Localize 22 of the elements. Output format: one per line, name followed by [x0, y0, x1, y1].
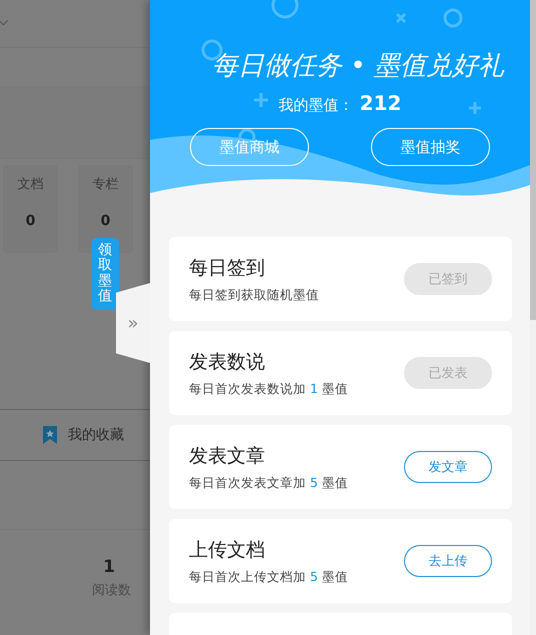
banner-title: 每日做任务 • 墨值兑好礼: [212, 50, 504, 83]
task-button[interactable]: 发文章: [404, 451, 492, 483]
read-count: 1: [103, 557, 115, 577]
task-button[interactable]: 已发表: [404, 357, 492, 389]
task-title: 上传文档: [189, 538, 266, 562]
task-title: 发表数说: [189, 350, 266, 374]
banner-button[interactable]: 墨值抽奖: [371, 128, 490, 166]
side-tab[interactable]: 领取墨值: [91, 238, 119, 310]
task-description: 每日首次上传文档加 5 墨值: [189, 568, 348, 586]
points-label: 我的墨值：: [278, 96, 354, 115]
task-title: 每日签到: [189, 256, 266, 280]
task-button[interactable]: 去上传: [404, 545, 492, 577]
task-description: 每日签到获取随机墨值: [189, 286, 319, 304]
task-description: 每日首次发表数说加 1 墨值: [189, 380, 348, 398]
task-description: 每日首次发表文章加 5 墨值: [189, 474, 348, 492]
stat-card[interactable]: 文档 0: [3, 165, 58, 253]
favorites-tab[interactable]: 我的收藏: [68, 426, 124, 444]
task-button[interactable]: 已签到: [404, 263, 492, 295]
task-title: 发表文章: [189, 444, 266, 468]
bookmark-icon: [42, 426, 58, 444]
points-value: 212: [360, 91, 402, 115]
banner-button[interactable]: 墨值商城: [190, 128, 309, 166]
